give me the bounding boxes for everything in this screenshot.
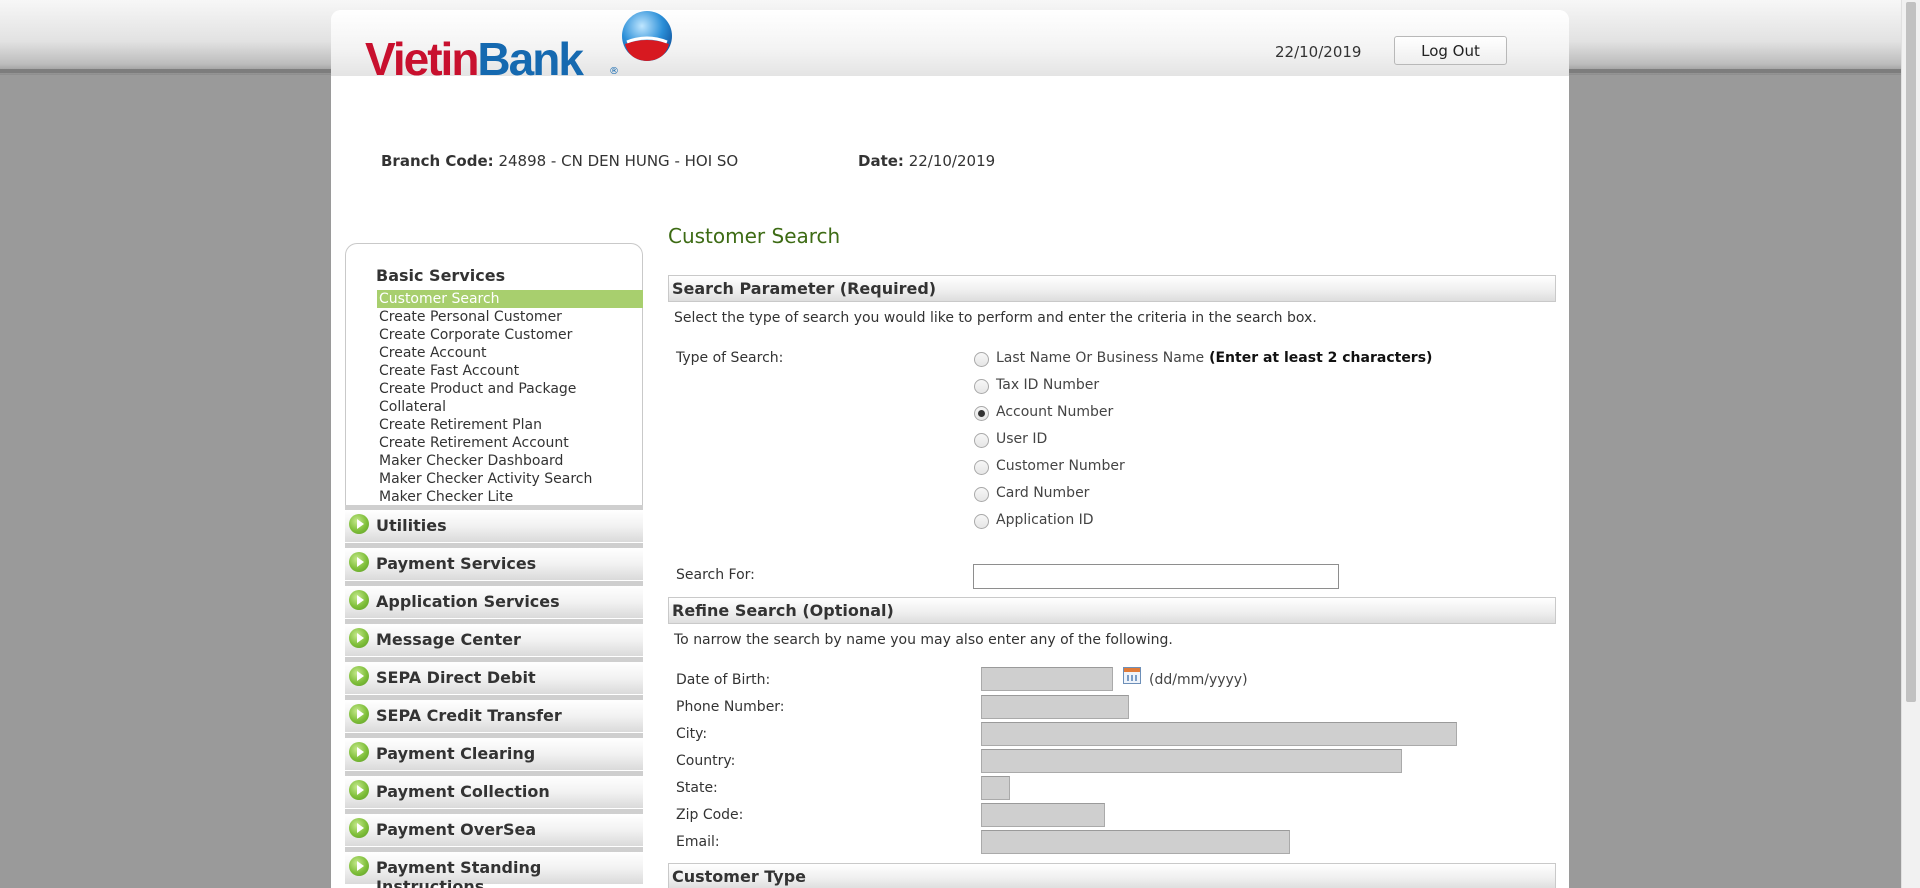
scrollbar-thumb[interactable] xyxy=(1906,2,1916,702)
globe-icon xyxy=(622,11,672,61)
sidebar-section-label: Payment Standing Instructions xyxy=(376,858,542,888)
sidebar-link-create-retirement-account[interactable]: Create Retirement Account xyxy=(377,434,643,452)
sidebar-section-payment-services[interactable]: Payment Services xyxy=(345,543,643,580)
city-input[interactable] xyxy=(981,722,1457,746)
date-of-birth-label: Date of Birth: xyxy=(676,672,771,688)
expand-arrow-icon xyxy=(349,856,369,876)
expand-arrow-icon xyxy=(349,590,369,610)
radio-label-application-id: Application ID xyxy=(996,512,1094,528)
radio-user-id[interactable] xyxy=(974,433,989,448)
vietinbank-logo: VietinBank ® xyxy=(365,10,675,85)
sidebar-section-label: SEPA Direct Debit xyxy=(376,668,536,687)
sidebar-link-maker-checker-dashboard[interactable]: Maker Checker Dashboard xyxy=(377,452,643,470)
radio-account-number[interactable] xyxy=(974,406,989,421)
radio-label-user-id: User ID xyxy=(996,431,1048,447)
sidebar-section-sepa-credit-transfer[interactable]: SEPA Credit Transfer xyxy=(345,695,643,732)
search-for-label: Search For: xyxy=(676,567,755,583)
sidebar-link-customer-search[interactable]: Customer Search xyxy=(377,290,643,308)
sidebar-section-payment-collection[interactable]: Payment Collection xyxy=(345,771,643,808)
sidebar-link-create-personal-customer[interactable]: Create Personal Customer xyxy=(377,308,643,326)
phone-number-label: Phone Number: xyxy=(676,699,785,715)
sidebar-section-label: Payment Collection xyxy=(376,782,550,801)
radio-label-customer-number: Customer Number xyxy=(996,458,1125,474)
state-label: State: xyxy=(676,780,718,796)
search-for-input[interactable] xyxy=(973,564,1339,589)
sidebar-link-maker-checker-activity-search[interactable]: Maker Checker Activity Search xyxy=(377,470,643,488)
sidebar-link-maker-checker-lite[interactable]: Maker Checker Lite xyxy=(377,488,643,506)
expand-arrow-icon xyxy=(349,742,369,762)
expand-arrow-icon xyxy=(349,514,369,534)
radio-application-id[interactable] xyxy=(974,514,989,529)
radio-tax-id[interactable] xyxy=(974,379,989,394)
sidebar-section-label: Message Center xyxy=(376,630,521,649)
radio-label-card-number: Card Number xyxy=(996,485,1090,501)
calendar-icon[interactable] xyxy=(1123,667,1141,684)
sidebar-section-utilities[interactable]: Utilities xyxy=(345,505,643,542)
logo-wordmark: VietinBank xyxy=(365,32,584,86)
email-input[interactable] xyxy=(981,830,1290,854)
date-format-hint: (dd/mm/yyyy) xyxy=(1149,672,1248,688)
basic-services-title: Basic Services xyxy=(376,266,506,285)
logo-registered-mark: ® xyxy=(609,66,619,77)
radio-label-tax-id: Tax ID Number xyxy=(996,377,1100,393)
expand-arrow-icon xyxy=(349,818,369,838)
vertical-scrollbar[interactable] xyxy=(1901,0,1920,888)
refine-search-header: Refine Search (Optional) xyxy=(668,597,1556,624)
radio-label-last-name: Last Name Or Business Name xyxy=(996,350,1205,366)
sidebar-section-label: Application Services xyxy=(376,592,560,611)
sidebar-link-create-fast-account[interactable]: Create Fast Account xyxy=(377,362,643,380)
expand-arrow-icon xyxy=(349,704,369,724)
sidebar-section-label: Payment Clearing xyxy=(376,744,536,763)
radio-last-name[interactable] xyxy=(974,352,989,367)
sidebar-section-application-services[interactable]: Application Services xyxy=(345,581,643,618)
sidebar-link-collateral[interactable]: Collateral xyxy=(377,398,643,416)
sidebar-section-payment-clearing[interactable]: Payment Clearing xyxy=(345,733,643,770)
refine-search-description: To narrow the search by name you may als… xyxy=(674,632,1173,648)
sidebar-link-create-product-and-package[interactable]: Create Product and Package xyxy=(377,380,643,398)
customer-type-header: Customer Type xyxy=(668,863,1556,888)
sidebar-link-create-corporate-customer[interactable]: Create Corporate Customer xyxy=(377,326,643,344)
radio-customer-number[interactable] xyxy=(974,460,989,475)
sidebar-section-payment-oversea[interactable]: Payment OverSea xyxy=(345,809,643,846)
page-container: VietinBank ® 22/10/2019 Log Out Branch C… xyxy=(331,10,1569,888)
main-content: Customer Search Search Parameter (Requir… xyxy=(668,10,1558,888)
sidebar-section-sepa-direct-debit[interactable]: SEPA Direct Debit xyxy=(345,657,643,694)
sidebar-section-payment-standing-instructions[interactable]: Payment Standing Instructions xyxy=(345,847,643,888)
sidebar-section-message-center[interactable]: Message Center xyxy=(345,619,643,656)
page-title: Customer Search xyxy=(668,224,841,248)
zip-code-input[interactable] xyxy=(981,803,1105,827)
date-of-birth-input[interactable] xyxy=(981,667,1113,691)
state-input[interactable] xyxy=(981,776,1010,800)
sidebar-section-label: Payment Services xyxy=(376,554,537,573)
phone-number-input[interactable] xyxy=(981,695,1129,719)
radio-card-number[interactable] xyxy=(974,487,989,502)
sidebar-link-create-account[interactable]: Create Account xyxy=(377,344,643,362)
type-of-search-label: Type of Search: xyxy=(676,350,784,366)
radio-hint-min-characters: (Enter at least 2 characters) xyxy=(1209,350,1433,366)
country-input[interactable] xyxy=(981,749,1402,773)
city-label: City: xyxy=(676,726,708,742)
basic-services-panel: Basic Services Customer Search Create Pe… xyxy=(345,243,643,505)
expand-arrow-icon xyxy=(349,552,369,572)
search-parameter-description: Select the type of search you would like… xyxy=(674,310,1317,326)
zip-code-label: Zip Code: xyxy=(676,807,744,823)
sidebar-section-label: Payment OverSea xyxy=(376,820,537,839)
expand-arrow-icon xyxy=(349,666,369,686)
sidebar: Basic Services Customer Search Create Pe… xyxy=(345,243,643,888)
search-parameter-header: Search Parameter (Required) xyxy=(668,275,1556,302)
email-label: Email: xyxy=(676,834,720,850)
radio-label-account-number: Account Number xyxy=(996,404,1114,420)
radio-label-wrap: Last Name Or Business Name (Enter at leas… xyxy=(996,350,1432,366)
sidebar-section-label: SEPA Credit Transfer xyxy=(376,706,562,725)
sidebar-link-create-retirement-plan[interactable]: Create Retirement Plan xyxy=(377,416,643,434)
logo-text-bank: Bank xyxy=(477,33,583,85)
expand-arrow-icon xyxy=(349,780,369,800)
logo-text-vietin: Vietin xyxy=(365,33,479,85)
sidebar-section-label: Utilities xyxy=(376,516,447,535)
country-label: Country: xyxy=(676,753,736,769)
expand-arrow-icon xyxy=(349,628,369,648)
branch-code-label: Branch Code: xyxy=(381,152,494,170)
